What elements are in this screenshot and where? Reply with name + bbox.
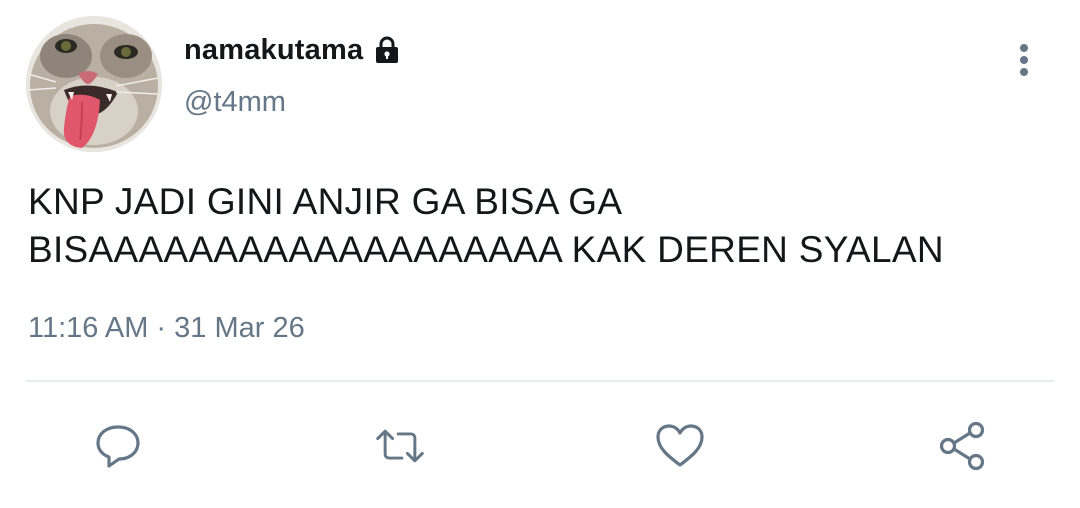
share-button[interactable]	[936, 420, 988, 472]
comment-icon	[96, 425, 140, 468]
avatar[interactable]	[26, 16, 162, 152]
tweet-timestamp[interactable]: 11:16 AM · 31 Mar 26	[28, 312, 305, 345]
retweet-icon	[376, 429, 424, 463]
lock-icon	[371, 34, 403, 66]
user-name-row: namakutama	[184, 30, 403, 70]
share-icon	[939, 421, 985, 471]
cat-avatar-image	[26, 16, 162, 152]
divider	[26, 380, 1054, 382]
reply-button[interactable]	[92, 420, 144, 472]
tweet-card: namakutama @t4mm KNP JADI GINI ANJIR GA …	[0, 0, 1080, 508]
like-button[interactable]	[654, 420, 706, 472]
user-handle[interactable]: @t4mm	[184, 86, 286, 119]
more-vertical-icon	[1020, 44, 1028, 76]
heart-icon	[656, 424, 704, 467]
retweet-button[interactable]	[374, 420, 426, 472]
more-options-button[interactable]	[1004, 38, 1044, 82]
tweet-text: KNP JADI GINI ANJIR GA BISA GA BISAAAAAA…	[28, 181, 944, 270]
display-name[interactable]: namakutama	[184, 34, 363, 67]
